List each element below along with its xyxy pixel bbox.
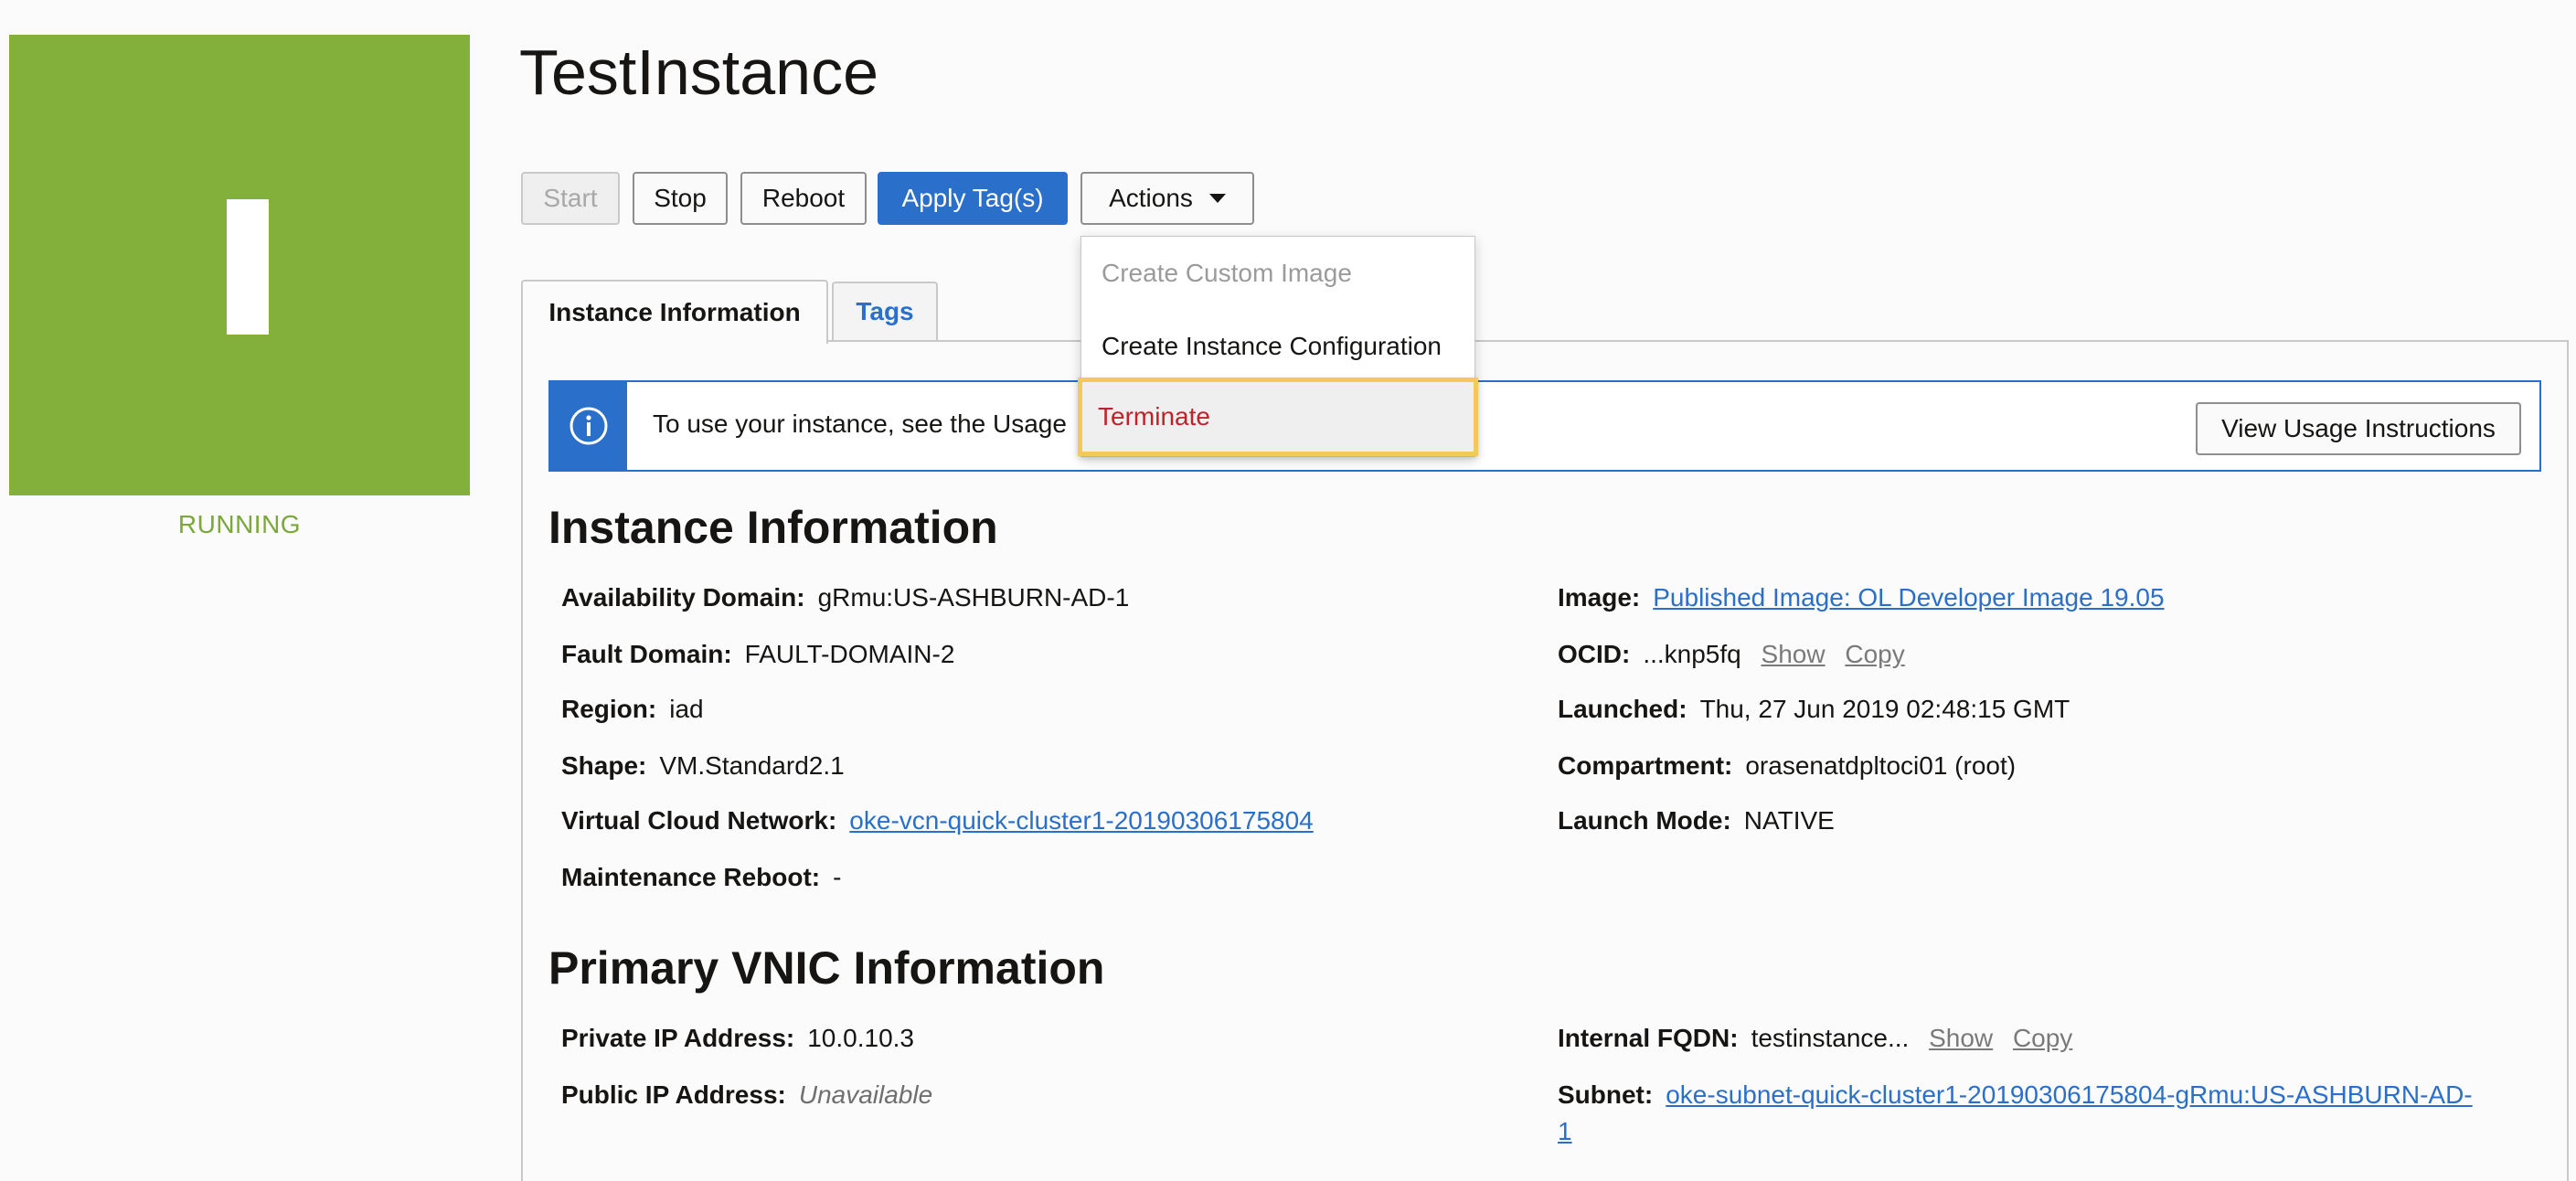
reboot-button[interactable]: Reboot — [740, 172, 867, 225]
ocid-copy-link[interactable]: Copy — [1845, 640, 1904, 668]
info-icon — [550, 382, 627, 470]
field-internal-fqdn: Internal FQDN: testinstance... Show Copy — [1558, 1024, 2073, 1052]
field-virtual-cloud-network: Virtual Cloud Network: oke-vcn-quick-clus… — [561, 806, 1314, 835]
stop-button[interactable]: Stop — [633, 172, 728, 225]
actions-dropdown-button[interactable]: Actions — [1080, 172, 1254, 225]
vcn-link[interactable]: oke-vcn-quick-cluster1-20190306175804 — [849, 806, 1313, 835]
field-maintenance-reboot: Maintenance Reboot: - — [561, 863, 842, 891]
fqdn-copy-link[interactable]: Copy — [2013, 1024, 2072, 1052]
field-public-ip: Public IP Address: Unavailable — [561, 1080, 933, 1109]
field-compartment: Compartment: orasenatdpltoci01 (root) — [1558, 751, 2017, 780]
tab-tags[interactable]: Tags — [832, 282, 938, 340]
field-subnet-wrap: 1 — [1558, 1117, 1572, 1146]
field-image: Image: Published Image: OL Developer Imag… — [1558, 583, 2165, 612]
start-button[interactable]: Start — [521, 172, 620, 225]
caret-down-icon — [1208, 194, 1226, 203]
view-usage-instructions-button[interactable]: View Usage Instructions — [2196, 402, 2521, 455]
field-shape: Shape: VM.Standard2.1 — [561, 751, 845, 780]
field-fault-domain: Fault Domain: FAULT-DOMAIN-2 — [561, 640, 955, 668]
field-launch-mode: Launch Mode: NATIVE — [1558, 806, 1835, 835]
instance-letter-glyph — [227, 199, 269, 335]
ocid-show-link[interactable]: Show — [1762, 640, 1826, 668]
fqdn-show-link[interactable]: Show — [1929, 1024, 1993, 1052]
field-launched: Launched: Thu, 27 Jun 2019 02:48:15 GMT — [1558, 695, 2070, 723]
instance-status-tile — [9, 35, 470, 495]
subnet-link-continued[interactable]: 1 — [1558, 1117, 1572, 1145]
banner-text: To use your instance, see the Usage — [653, 410, 1067, 438]
page-title: TestInstance — [519, 37, 878, 108]
field-private-ip: Private IP Address: 10.0.10.3 — [561, 1024, 915, 1052]
menu-item-terminate[interactable]: Terminate — [1078, 378, 1478, 456]
apply-tags-button[interactable]: Apply Tag(s) — [878, 172, 1068, 225]
actions-menu: Create Custom Image Create Instance Conf… — [1078, 236, 1478, 457]
subnet-link[interactable]: oke-subnet-quick-cluster1-20190306175804… — [1666, 1080, 2472, 1109]
menu-item-create-custom-image[interactable]: Create Custom Image — [1081, 237, 1474, 310]
field-availability-domain: Availability Domain: gRmu:US-ASHBURN-AD-1 — [561, 583, 1130, 612]
actions-label: Actions — [1109, 184, 1193, 212]
usage-info-banner: To use your instance, see the Usage View… — [548, 380, 2541, 472]
menu-item-create-instance-configuration[interactable]: Create Instance Configuration — [1081, 310, 1474, 383]
field-ocid: OCID: ...knp5fq Show Copy — [1558, 640, 1905, 668]
primary-vnic-heading: Primary VNIC Information — [548, 942, 1105, 994]
instance-information-heading: Instance Information — [548, 502, 998, 553]
field-subnet: Subnet: oke-subnet-quick-cluster1-2019030… — [1558, 1080, 2473, 1109]
tab-instance-information[interactable]: Instance Information — [521, 280, 828, 344]
instance-status-label: RUNNING — [177, 510, 302, 538]
field-region: Region: iad — [561, 695, 704, 723]
image-link[interactable]: Published Image: OL Developer Image 19.0… — [1653, 583, 2164, 612]
